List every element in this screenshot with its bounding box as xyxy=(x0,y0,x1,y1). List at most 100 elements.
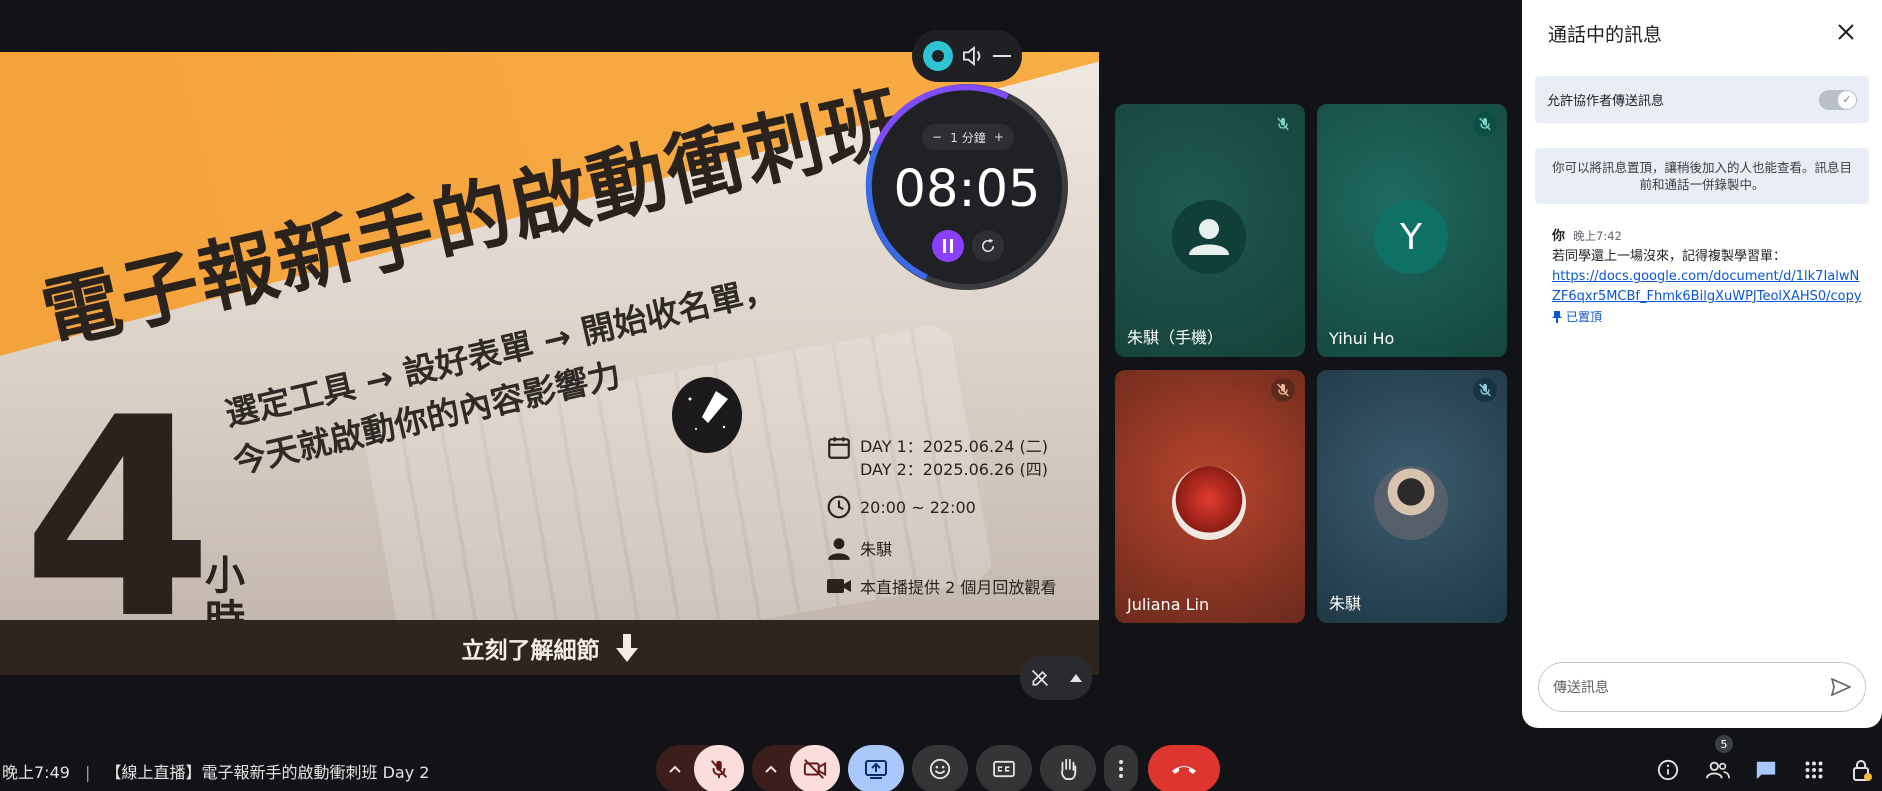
camera-options-button[interactable] xyxy=(752,745,790,791)
activities-button[interactable] xyxy=(1794,750,1834,790)
captions-icon xyxy=(993,760,1015,778)
cta-bar: 立刻了解細節 xyxy=(0,620,1099,675)
camera-control xyxy=(752,745,840,791)
captions-button[interactable] xyxy=(976,745,1032,791)
meeting-details-button[interactable] xyxy=(1648,750,1688,790)
meeting-title: 【線上直播】電子報新手的啟動衝刺班 Day 2 xyxy=(105,763,430,782)
host-text: 朱騏 xyxy=(860,540,893,559)
step-plus-button[interactable]: + xyxy=(994,130,1004,144)
pause-icon xyxy=(943,239,953,253)
chat-icon xyxy=(1756,761,1776,780)
chat-panel: 通話中的訊息 允許協作者傳送訊息 ✓ 你可以將訊息置頂，讓稍後加入的人也能查看。… xyxy=(1522,0,1882,728)
rocket-logo xyxy=(672,377,742,453)
participant-tile[interactable]: 朱騏（手機） xyxy=(1115,104,1305,357)
edit-off-icon[interactable] xyxy=(1030,668,1050,688)
chevron-up-icon xyxy=(669,765,681,773)
time-text: 20:00 ~ 22:00 xyxy=(860,497,976,517)
pinned-label: 已置頂 xyxy=(1566,310,1603,324)
minimize-icon[interactable] xyxy=(993,54,1012,58)
call-end-icon xyxy=(1172,766,1196,774)
participant-tile[interactable]: Juliana Lin xyxy=(1115,370,1305,623)
chat-button[interactable] xyxy=(1746,750,1786,790)
mic-off-icon xyxy=(1473,378,1497,402)
check-icon: ✓ xyxy=(1838,90,1856,109)
participant-name: Juliana Lin xyxy=(1127,595,1210,614)
step-label: 1 分鐘 xyxy=(950,130,986,145)
message-time: 晚上7:42 xyxy=(1573,229,1622,243)
reactions-button[interactable] xyxy=(912,745,968,791)
avatar xyxy=(1172,466,1246,540)
avatar xyxy=(1172,200,1246,274)
people-icon xyxy=(1706,761,1730,779)
raise-hand-button[interactable] xyxy=(1040,745,1096,791)
avatar xyxy=(1374,466,1448,540)
clock: 晚上7:49 xyxy=(2,763,70,782)
mic-off-icon xyxy=(710,760,728,779)
clock-icon xyxy=(827,495,851,519)
timer-display: 08:05 xyxy=(893,160,1041,219)
annotate-control[interactable] xyxy=(1020,656,1092,700)
step-minus-button[interactable]: − xyxy=(932,130,942,144)
leave-call-button[interactable] xyxy=(1148,745,1220,791)
more-vert-icon xyxy=(1119,760,1123,778)
participant-tile[interactable]: Y Yihui Ho xyxy=(1317,104,1507,357)
cta-text: 立刻了解細節 xyxy=(461,637,600,664)
mic-off-icon xyxy=(1473,112,1497,136)
volume-icon[interactable] xyxy=(962,46,984,66)
mic-control xyxy=(656,745,744,791)
message-text: 若同學還上一場沒來，記得複製學習單： xyxy=(1552,249,1787,264)
time-row: 20:00 ~ 22:00 xyxy=(826,494,976,520)
person-icon xyxy=(828,538,850,560)
hours-number: 4 xyxy=(22,359,214,675)
replay-text: 本直播提供 2 個月回放觀看 xyxy=(860,578,1057,597)
mic-off-icon xyxy=(1271,112,1295,136)
timer-step-control: − 1 分鐘 + xyxy=(922,124,1014,150)
close-icon xyxy=(1838,24,1854,40)
pin-info-note: 你可以將訊息置頂，讓稍後加入的人也能查看。訊息目前和通話一併錄製中。 xyxy=(1535,148,1869,204)
dates-row: DAY 1：2025.06.24 (二) DAY 2：2025.06.26 (四… xyxy=(826,435,1048,481)
participant-name: 朱騏（手機） xyxy=(1127,328,1224,347)
mic-toggle-button[interactable] xyxy=(694,745,744,791)
chat-message: 你晚上7:42 若同學還上一場沒來，記得複製學習單： https://docs.… xyxy=(1552,226,1862,327)
video-icon xyxy=(827,579,851,593)
send-icon[interactable] xyxy=(1831,678,1851,696)
close-button[interactable] xyxy=(1832,18,1860,46)
camera-toggle-button[interactable] xyxy=(790,745,840,791)
mic-options-button[interactable] xyxy=(656,745,694,791)
day1-text: DAY 1：2025.06.24 (二) xyxy=(860,437,1048,456)
pinned-indicator[interactable]: 已置頂 xyxy=(1552,307,1862,327)
meeting-info: 晚上7:49 | 【線上直播】電子報新手的啟動衝刺班 Day 2 xyxy=(2,759,429,783)
camera-off-icon xyxy=(803,759,827,779)
host-controls-button[interactable] xyxy=(1842,750,1882,790)
allow-messages-row: 允許協作者傳送訊息 ✓ xyxy=(1535,76,1869,123)
participant-tile[interactable]: 朱騏 xyxy=(1317,370,1507,623)
message-link[interactable]: https://docs.google.com/document/d/1lk7I… xyxy=(1552,269,1862,304)
chat-panel-title: 通話中的訊息 xyxy=(1548,24,1663,46)
apps-grid-icon xyxy=(1805,761,1823,779)
pin-icon xyxy=(1552,311,1562,323)
caret-up-icon[interactable] xyxy=(1070,674,1082,682)
allow-messages-toggle[interactable]: ✓ xyxy=(1819,89,1857,110)
calendar-icon xyxy=(828,437,850,459)
timer-app-icon[interactable] xyxy=(922,41,953,71)
emoji-icon xyxy=(929,758,951,780)
more-options-button[interactable] xyxy=(1104,745,1138,791)
reset-button[interactable] xyxy=(972,230,1004,262)
chat-input-placeholder: 傳送訊息 xyxy=(1553,680,1609,696)
host-row: 朱騏 xyxy=(826,535,892,561)
message-sender: 你 xyxy=(1552,229,1566,244)
replay-row: 本直播提供 2 個月回放觀看 xyxy=(826,574,1056,598)
refresh-icon xyxy=(982,238,995,252)
lock-person-icon xyxy=(1853,760,1872,781)
present-button[interactable] xyxy=(848,745,904,791)
timer-toolbar xyxy=(912,30,1022,82)
participant-name: Yihui Ho xyxy=(1329,329,1395,348)
chat-input[interactable]: 傳送訊息 xyxy=(1538,662,1866,712)
present-screen-icon xyxy=(865,760,887,779)
toggle-label: 允許協作者傳送訊息 xyxy=(1547,94,1665,109)
avatar-letter: Y xyxy=(1374,200,1448,274)
day2-text: DAY 2：2025.06.26 (四) xyxy=(860,460,1048,479)
pause-button[interactable] xyxy=(932,230,964,262)
people-button[interactable] xyxy=(1698,750,1738,790)
separator: | xyxy=(85,763,91,782)
